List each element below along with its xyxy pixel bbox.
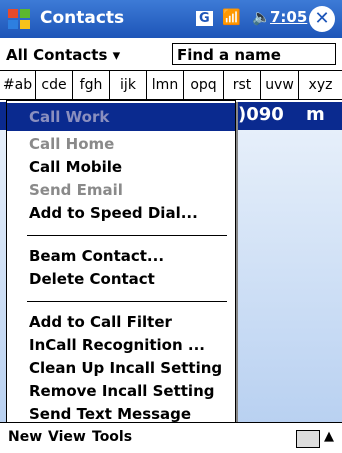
menubar-view[interactable]: View	[48, 429, 86, 445]
menu-item-add-call-filter[interactable]: Add to Call Filter	[29, 313, 172, 331]
alpha-tab[interactable]: opq	[184, 71, 224, 99]
alpha-tab[interactable]: rst	[224, 71, 261, 99]
menu-item-incall-recognition[interactable]: InCall Recognition ...	[29, 336, 205, 354]
alpha-tab[interactable]: #ab	[0, 71, 36, 99]
menubar-tools[interactable]: Tools	[92, 429, 132, 445]
volume-icon[interactable]: 🔈	[252, 8, 271, 26]
keyboard-icon[interactable]	[296, 430, 320, 448]
menu-item-send-text-message[interactable]: Send Text Message	[29, 405, 191, 423]
context-menu: Call Work Call Home Call Mobile Send Ema…	[6, 100, 236, 432]
alpha-tab[interactable]: uvw	[261, 71, 299, 99]
windows-start-icon[interactable]	[6, 6, 32, 32]
bottom-menu-bar: New View Tools ▲	[0, 422, 342, 453]
close-button[interactable]: ✕	[309, 6, 335, 32]
app-badge-icon[interactable]: G	[196, 8, 213, 26]
menu-separator	[27, 235, 227, 236]
alpha-tab[interactable]: xyz	[299, 71, 342, 99]
menu-item-call-mobile[interactable]: Call Mobile	[29, 158, 122, 176]
category-dropdown[interactable]: All Contacts ▾	[6, 46, 120, 64]
menu-separator	[27, 301, 227, 302]
contact-type: m	[306, 104, 325, 125]
menu-item-delete-contact[interactable]: Delete Contact	[29, 270, 155, 288]
alpha-tab[interactable]: cde	[36, 71, 73, 99]
menubar-new[interactable]: New	[8, 429, 42, 445]
menu-item-beam-contact[interactable]: Beam Contact...	[29, 247, 164, 265]
alpha-tab[interactable]: lmn	[147, 71, 184, 99]
menu-item-call-home[interactable]: Call Home	[29, 135, 114, 153]
menu-item-send-email[interactable]: Send Email	[29, 181, 123, 199]
menu-item-add-speed-dial[interactable]: Add to Speed Dial...	[29, 204, 198, 222]
alpha-tab[interactable]: fgh	[73, 71, 110, 99]
clock[interactable]: 7:05	[270, 8, 307, 26]
up-arrow-icon[interactable]: ▲	[324, 429, 334, 444]
contact-number: )090	[238, 104, 284, 125]
menu-item-clean-up-incall[interactable]: Clean Up Incall Setting	[29, 359, 222, 377]
find-name-input[interactable]: Find a name	[172, 43, 336, 65]
category-row: All Contacts ▾ Find a name	[0, 40, 342, 71]
signal-icon[interactable]: 📶	[222, 8, 241, 26]
alphabet-tabs: #ab cde fgh ijk lmn opq rst uvw xyz	[0, 71, 342, 100]
title-bar: Contacts G 📶 🔈 7:05 ✕	[0, 0, 342, 38]
app-title: Contacts	[40, 8, 125, 28]
alpha-tab[interactable]: ijk	[110, 71, 147, 99]
menu-item-remove-incall[interactable]: Remove Incall Setting	[29, 382, 215, 400]
menu-item-call-work[interactable]: Call Work	[7, 103, 235, 131]
